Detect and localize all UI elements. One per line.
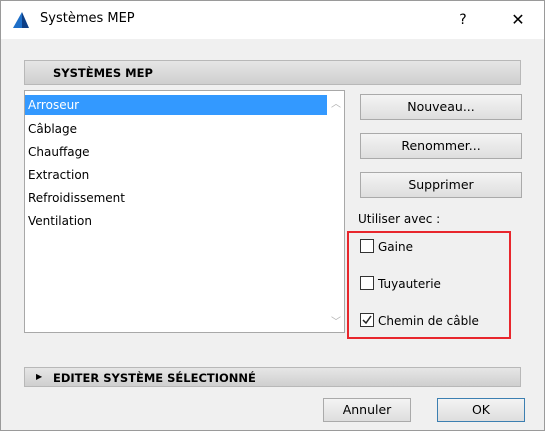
dialog-window: Systèmes MEP ? ✕ SYSTÈMES MEP Arroseur C… <box>0 0 545 431</box>
list-item[interactable]: Câblage <box>25 119 327 139</box>
checkmark-icon <box>362 315 372 325</box>
new-button[interactable]: Nouveau... <box>360 94 522 120</box>
list-item[interactable]: Ventilation <box>25 211 327 231</box>
systems-list[interactable]: Arroseur Câblage Chauffage Extraction Re… <box>24 90 345 333</box>
close-button[interactable]: ✕ <box>503 9 533 31</box>
ok-button[interactable]: OK <box>437 398 525 422</box>
help-button[interactable]: ? <box>448 9 478 31</box>
title-bar: Systèmes MEP ? ✕ <box>1 1 544 39</box>
triangle-right-icon: ▶ <box>36 372 43 381</box>
checkbox-box[interactable] <box>360 276 374 290</box>
delete-button[interactable]: Supprimer <box>360 172 522 198</box>
use-with-label: Utiliser avec : <box>358 212 441 226</box>
list-item[interactable]: Arroseur <box>25 95 327 115</box>
chevron-down-icon[interactable]: ﹀ <box>328 313 344 328</box>
checkbox-label: Chemin de câble <box>378 314 479 328</box>
checkbox-box[interactable] <box>360 313 374 327</box>
window-title: Systèmes MEP <box>40 11 135 26</box>
archicad-app-icon <box>13 12 29 28</box>
section-header-mep-systems: SYSTÈMES MEP <box>24 60 521 85</box>
checkbox-label: Tuyauterie <box>378 277 441 291</box>
rename-button[interactable]: Renommer... <box>360 133 522 159</box>
checkbox-box[interactable] <box>360 239 374 253</box>
checkbox-label: Gaine <box>378 240 413 254</box>
chevron-up-icon[interactable]: ︿ <box>328 95 344 110</box>
edit-selected-system-header[interactable]: ▶ EDITER SYSTÈME SÉLECTIONNÉ <box>24 367 521 387</box>
list-item[interactable]: Chauffage <box>25 142 327 162</box>
section-title: SYSTÈMES MEP <box>53 66 153 80</box>
cancel-button[interactable]: Annuler <box>323 398 411 422</box>
section-title: EDITER SYSTÈME SÉLECTIONNÉ <box>53 371 256 385</box>
list-item[interactable]: Refroidissement <box>25 188 327 208</box>
list-item[interactable]: Extraction <box>25 165 327 185</box>
